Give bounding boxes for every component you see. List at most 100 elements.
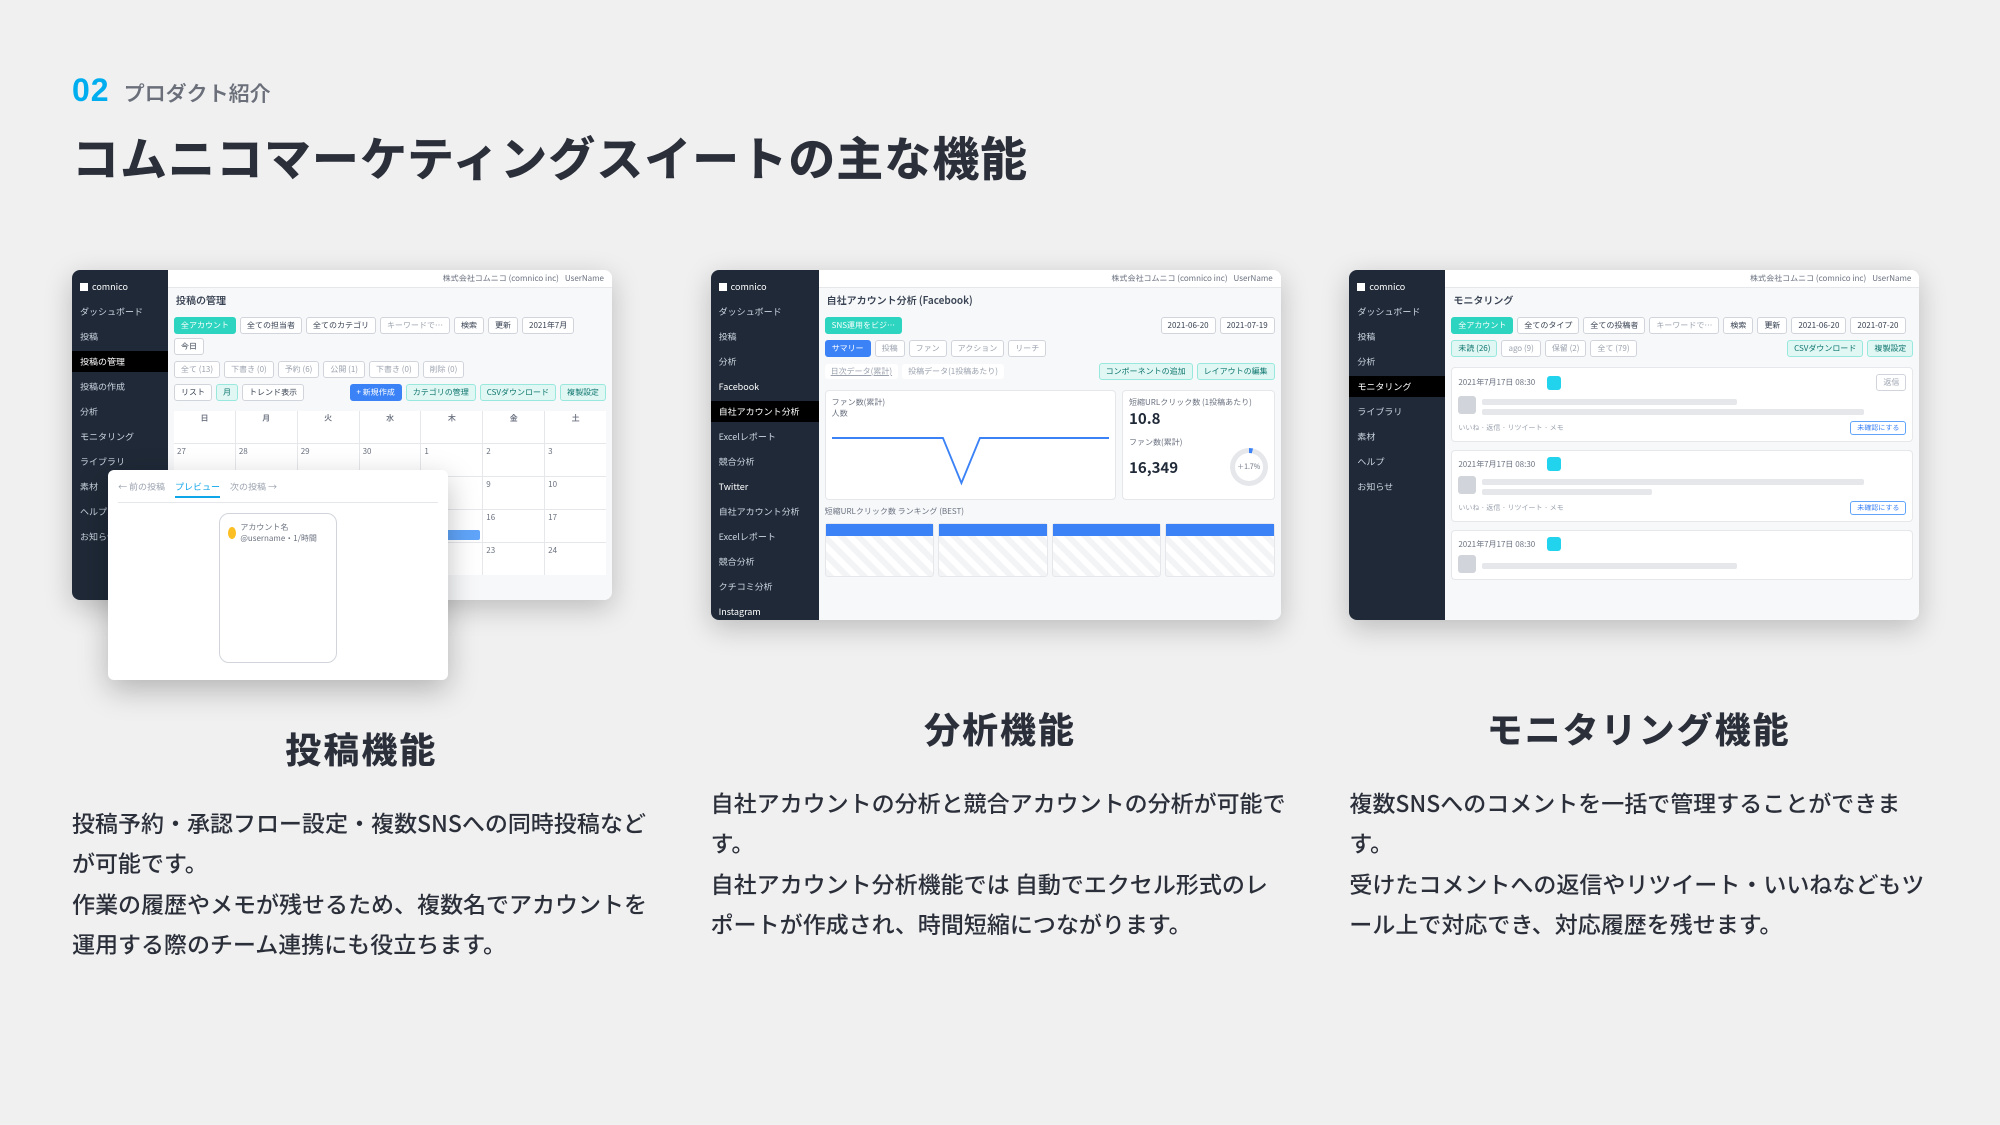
edit-layout-button: レイアウトの編集 — [1197, 363, 1275, 380]
sidebar-sub: クチコミ分析 — [711, 576, 819, 597]
dow: 日 — [174, 411, 235, 443]
preview-overlay: ← 前の投稿 プレビュー 次の投稿 → アカウント名 @username・1/時… — [108, 470, 448, 680]
dow: 水 — [360, 411, 421, 443]
eyebrow: 02 プロダクト紹介 — [72, 72, 1928, 109]
brand-name: comnico — [1369, 280, 1405, 293]
sidebar-item: お知らせ — [1349, 476, 1445, 497]
text-placeholder — [1482, 399, 1736, 405]
feature-desc: 自社アカウントの分析と競合アカウントの分析が可能です。 自社アカウント分析機能で… — [711, 782, 1290, 943]
dow: 木 — [421, 411, 482, 443]
brand: comnico — [1349, 276, 1445, 297]
tab-all: 全て (79) — [1590, 340, 1636, 357]
card-value2: 16,349 — [1129, 457, 1178, 478]
sidebar-sub: Excelレポート — [711, 526, 819, 547]
view-list: リスト — [174, 384, 212, 401]
feature-monitoring: モニタリング機能 複数SNSへのコメントを一括で管理することができます。 受けた… — [1349, 702, 1928, 943]
tab-fans: ファン — [909, 340, 947, 357]
card-title2: ファン数(累計) — [1129, 437, 1268, 448]
donut-chart: ＋1.7% — [1230, 448, 1268, 486]
status-tabs: 全て (13) 下書き (0) 予約 (6) 公開 (1) 下書き (0) 削除… — [168, 361, 612, 384]
calendar-cell: 2 — [483, 444, 544, 476]
brand-name: comnico — [731, 280, 767, 293]
like-icon — [1547, 376, 1561, 390]
calendar-cell: 16 — [483, 510, 544, 542]
dup-button: 複製設定 — [1867, 340, 1913, 357]
calendar-cell: 3 — [545, 444, 606, 476]
subtab-row: 日次データ(累計) 投稿データ(1投稿あたり) コンポーネントの追加 レイアウト… — [819, 363, 1281, 386]
subtab-perpost: 投稿データ(1投稿あたり) — [902, 364, 1004, 379]
filter-toolbar: SNS運用をビジ… 2021-06-20 2021-07-19 — [819, 311, 1281, 340]
user-name: UserName — [1872, 273, 1911, 284]
app-main: 株式会社コムニコ (comnico inc) UserName 自社アカウント分… — [819, 270, 1281, 620]
date-to: 2021-07-20 — [1850, 317, 1905, 334]
preview-current: プレビュー — [175, 480, 220, 498]
sidebar-item: 分析 — [72, 401, 168, 422]
tab-actions: アクション — [951, 340, 1005, 357]
thumb-monitoring: comnico ダッシュボード 投稿 分析 モニタリング ライブラリ 素材 ヘル… — [1349, 270, 1928, 670]
sidebar-item: ライブラリ — [72, 451, 168, 472]
reply-label: 返信 — [1876, 374, 1906, 391]
meta-rt: リツイート — [1508, 503, 1543, 513]
refresh-button: 更新 — [1757, 317, 1787, 334]
tab-reach: リーチ — [1008, 340, 1046, 357]
page-title: 自社アカウント分析 (Facebook) — [819, 288, 1281, 311]
like-icon — [1547, 537, 1561, 551]
sidebar-item: ダッシュボード — [1349, 301, 1445, 322]
sidebar-item: ダッシュボード — [72, 301, 168, 322]
filter-assignee: 全ての担当者 — [240, 317, 302, 334]
post-item: 2021年7月17日 08:30 返信 — [1451, 367, 1913, 442]
rank-card — [825, 523, 935, 577]
feature-posting: 投稿機能 投稿予約・承認フロー設定・複数SNSへの同時投稿などが可能です。 作業… — [72, 722, 651, 963]
date-from: 2021-06-20 — [1791, 317, 1846, 334]
calendar-cell: 9 — [483, 477, 544, 509]
sidebar-sub: 競合分析 — [711, 551, 819, 572]
avatar-icon — [228, 527, 236, 539]
dow: 月 — [236, 411, 297, 443]
filter-account: SNS運用をビジ… — [825, 317, 902, 334]
post-date: 2021年7月17日 08:30 — [1458, 539, 1535, 550]
preview-tabs: ← 前の投稿 プレビュー 次の投稿 → — [118, 480, 438, 503]
new-post-button: + 新規作成 — [350, 384, 402, 401]
user-name: UserName — [1234, 273, 1273, 284]
feature-desc: 投稿予約・承認フロー設定・複数SNSへの同時投稿などが可能です。 作業の履歴やメ… — [72, 802, 651, 963]
filter-toolbar: 全アカウント 全てのタイプ 全ての投稿者 キーワードで… 検索 更新 2021-… — [1445, 311, 1919, 340]
rank-card — [1165, 523, 1275, 577]
view-trend: トレンド表示 — [242, 384, 304, 401]
preview-next: 次の投稿 → — [230, 480, 277, 498]
meta-reply: 返信 — [1486, 423, 1500, 433]
feature-analytics: 分析機能 自社アカウントの分析と競合アカウントの分析が可能です。 自社アカウント… — [711, 702, 1290, 943]
sidebar-sub: Excelレポート — [711, 426, 819, 447]
text-placeholder — [1482, 479, 1864, 485]
sidebar-item: 投稿 — [72, 326, 168, 347]
sidebar-item: ダッシュボード — [711, 301, 819, 322]
post-date: 2021年7月17日 08:30 — [1458, 377, 1535, 388]
sidebar-item: ライブラリ — [1349, 401, 1445, 422]
analytics-content: ファン数(累計) 人数 短縮URLクリック数 (1投稿あたり) — [819, 386, 1281, 620]
calendar-cell: 17 — [545, 510, 606, 542]
tab-hold: 保留 (2) — [1545, 340, 1587, 357]
post-item: 2021年7月17日 08:30 — [1451, 450, 1913, 522]
unread-button: 未確認にする — [1850, 421, 1906, 435]
col-posting: comnico ダッシュボード 投稿 投稿の管理 投稿の作成 分析 モニタリング… — [72, 270, 651, 963]
calendar-cell: 24 — [545, 543, 606, 575]
sidebar-sub: Facebook — [711, 376, 819, 397]
eyebrow-text: プロダクト紹介 — [124, 78, 271, 108]
today-button: 今日 — [174, 338, 204, 355]
post-item: 2021年7月17日 08:30 — [1451, 530, 1913, 580]
card-url-clicks: 短縮URLクリック数 (1投稿あたり) 10.8 ファン数(累計) 16,349… — [1122, 390, 1275, 500]
tab-draft: 下書き (0) — [224, 361, 274, 378]
sidebar-item: 分析 — [711, 351, 819, 372]
sidebar-item-active: モニタリング — [1349, 376, 1445, 397]
sidebar-sub: Twitter — [711, 476, 819, 497]
tab-draft2: 下書き (0) — [369, 361, 419, 378]
refresh-button: 更新 — [488, 317, 518, 334]
filter-keyword: キーワードで… — [1649, 317, 1719, 334]
thumb-analytics: comnico ダッシュボード 投稿 分析 Facebook 自社アカウント分析… — [711, 270, 1290, 670]
screenshot-analytics: comnico ダッシュボード 投稿 分析 Facebook 自社アカウント分析… — [711, 270, 1281, 620]
sidebar-item-active: 投稿の管理 — [72, 351, 168, 372]
app-main: 株式会社コムニコ (comnico inc) UserName モニタリング 全… — [1445, 270, 1919, 620]
card-title: ファン数(累計) — [832, 397, 1109, 408]
org-name: 株式会社コムニコ (comnico inc) — [1111, 273, 1227, 284]
topbar: 株式会社コムニコ (comnico inc) UserName — [168, 270, 612, 288]
feature-title: 投稿機能 — [72, 722, 651, 774]
